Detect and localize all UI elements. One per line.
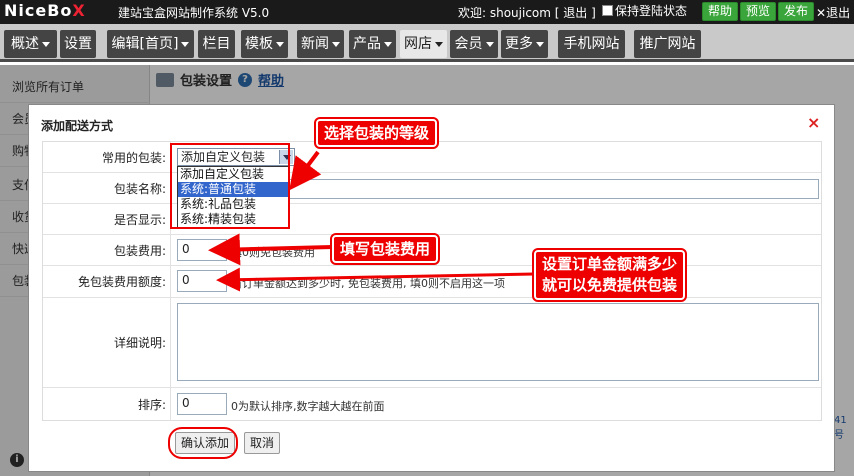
chevron-down-icon xyxy=(276,41,284,47)
callout-fill-fee: 填写包装费用 xyxy=(332,235,439,263)
nav-columns[interactable]: 栏目 xyxy=(198,30,235,58)
nav-settings[interactable]: 设置 xyxy=(60,30,96,58)
highlight-box-select xyxy=(170,143,290,229)
callout-free-threshold: 设置订单金额满多少 就可以免费提供包装 xyxy=(534,250,686,300)
package-fee-input[interactable]: 0 xyxy=(177,239,227,261)
keep-login-checkbox[interactable]: 保持登陆状态 xyxy=(602,2,687,19)
common-package-label: 常用的包装: xyxy=(43,142,171,172)
nav-members[interactable]: 会员 xyxy=(450,30,498,58)
nav-shop[interactable]: 网店 xyxy=(400,30,447,58)
chevron-down-icon xyxy=(42,41,50,47)
details-label: 详细说明: xyxy=(43,298,171,387)
callout-select-grade: 选择包装的等级 xyxy=(316,119,438,147)
sort-label: 排序: xyxy=(43,388,171,421)
free-threshold-input[interactable]: 0 xyxy=(177,270,227,292)
cancel-button[interactable]: 取消 xyxy=(244,432,280,454)
nav-edit-home[interactable]: 编辑[首页] xyxy=(107,30,194,58)
close-icon[interactable]: × xyxy=(807,113,820,132)
help-button[interactable]: 帮助 xyxy=(702,2,739,21)
chevron-down-icon xyxy=(332,41,340,47)
nav-mobile-site[interactable]: 手机网站 xyxy=(558,30,625,58)
package-name-label: 包装名称: xyxy=(43,173,171,203)
checkbox-icon[interactable] xyxy=(602,5,613,16)
nav-more[interactable]: 更多 xyxy=(501,30,548,58)
nav-promote-site[interactable]: 推广网站 xyxy=(634,30,701,58)
chevron-down-icon xyxy=(435,41,443,47)
nav-products[interactable]: 产品 xyxy=(349,30,396,58)
nav-templates[interactable]: 模板 xyxy=(241,30,288,58)
chevron-down-icon xyxy=(536,41,544,47)
nicebox-logo[interactable]: NiceBoX xyxy=(4,1,86,20)
form-row-sort: 排序: 0 0为默认排序,数字越大越在前面 xyxy=(43,388,821,421)
logout-link[interactable]: ✕退出 xyxy=(816,4,850,21)
form-row-name: 包装名称: xyxy=(43,173,821,204)
main-nav: 概述 设置 编辑[首页] 栏目 模板 新闻 产品 网店 会员 更多 手机网站 推… xyxy=(0,24,854,62)
preview-button[interactable]: 预览 xyxy=(740,2,777,21)
details-textarea[interactable] xyxy=(177,303,819,381)
top-bar: NiceBoX 建站宝盒网站制作系统 V5.0 欢迎: shoujicom [ … xyxy=(0,0,854,24)
show-label: 是否显示: xyxy=(43,204,171,234)
nav-news[interactable]: 新闻 xyxy=(297,30,344,58)
form-row-free-threshold: 免包装费用额度: 0 当订单金额达到多少时, 免包装费用, 填0则不启用这一项 xyxy=(43,266,821,298)
package-fee-label: 包装费用: xyxy=(43,235,171,265)
form-row-details: 详细说明: xyxy=(43,298,821,388)
sort-note: 0为默认排序,数字越大越在前面 xyxy=(231,400,385,413)
nav-overview[interactable]: 概述 xyxy=(4,30,57,58)
form-row-show: 是否显示: xyxy=(43,204,821,235)
system-title: 建站宝盒网站制作系统 V5.0 xyxy=(118,6,270,20)
free-threshold-note: 当订单金额达到多少时, 免包装费用, 填0则不启用这一项 xyxy=(231,277,505,290)
sort-input[interactable]: 0 xyxy=(177,393,227,415)
chevron-down-icon xyxy=(181,41,190,47)
add-shipping-dialog: 添加配送方式 × 常用的包装: 添加自定义包装 包装名称: 是否显示: 包装费用… xyxy=(28,104,835,472)
highlight-oval-confirm xyxy=(168,427,238,459)
publish-button[interactable]: 发布 xyxy=(778,2,815,21)
chevron-down-icon xyxy=(384,41,392,47)
dialog-title: 添加配送方式 xyxy=(41,119,114,133)
welcome-text[interactable]: 欢迎: shoujicom [ 退出 ] xyxy=(458,4,596,21)
free-threshold-label: 免包装费用额度: xyxy=(43,266,171,297)
package-form: 常用的包装: 添加自定义包装 包装名称: 是否显示: 包装费用: 0 填0则免包… xyxy=(42,141,822,421)
package-fee-note: 填0则免包装费用 xyxy=(231,246,315,259)
chevron-down-icon xyxy=(485,41,494,47)
